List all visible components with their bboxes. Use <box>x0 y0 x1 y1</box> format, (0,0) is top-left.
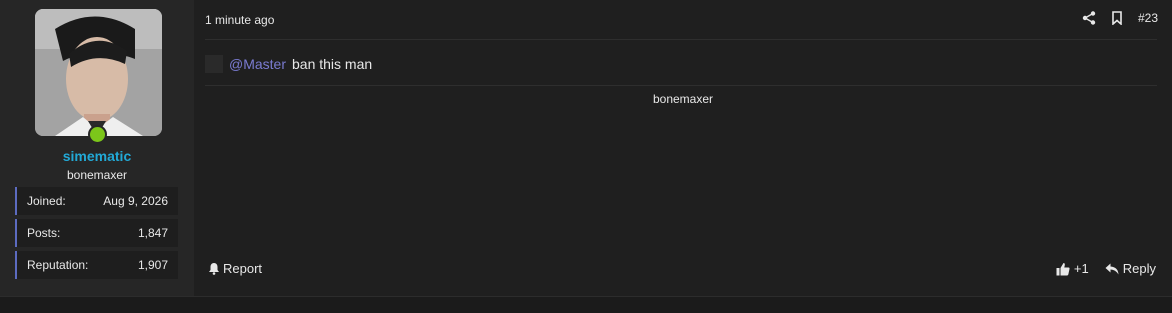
post-timestamp[interactable]: 1 minute ago <box>205 13 274 27</box>
post-number[interactable]: #23 <box>1138 11 1158 25</box>
mention-link[interactable]: @Master <box>229 56 286 72</box>
avatar[interactable] <box>35 9 162 136</box>
avatar-image <box>35 9 162 136</box>
bookmark-icon[interactable] <box>1110 11 1124 25</box>
reply-label: Reply <box>1122 261 1156 276</box>
signature-divider <box>205 85 1157 86</box>
online-status-dot <box>88 125 107 144</box>
user-title: bonemaxer <box>66 168 128 182</box>
bell-icon <box>209 263 219 275</box>
stat-value: Aug 9, 2026 <box>103 194 168 208</box>
stat-label: Joined: <box>27 194 66 208</box>
user-column: simematic bonemaxer Joined: Aug 9, 2026 … <box>0 0 194 296</box>
post-body: @Master ban this man <box>205 55 372 73</box>
post-text: ban this man <box>292 56 373 72</box>
post: simematic bonemaxer Joined: Aug 9, 2026 … <box>0 0 1172 296</box>
stat-label: Reputation: <box>27 258 89 272</box>
stat-posts: Posts: 1,847 <box>15 219 178 247</box>
stat-joined: Joined: Aug 9, 2026 <box>15 187 178 215</box>
stat-value: 1,907 <box>137 258 168 272</box>
signature: bonemaxer <box>652 92 714 106</box>
next-post-edge <box>0 296 1172 313</box>
reaction-count: +1 <box>1073 261 1089 276</box>
reaction-button[interactable]: +1 <box>1056 261 1089 276</box>
report-label: Report <box>223 261 263 276</box>
username[interactable]: simematic <box>0 148 194 164</box>
stat-reputation: Reputation: 1,907 <box>15 251 178 279</box>
stat-value: 1,847 <box>137 226 168 240</box>
reply-button[interactable]: Reply <box>1105 261 1156 276</box>
post-toolbar: #23 <box>1082 11 1158 25</box>
stat-label: Posts: <box>27 226 61 240</box>
mention-avatar <box>205 55 223 73</box>
post-actions: +1 Reply <box>1056 261 1156 276</box>
report-button[interactable]: Report <box>208 261 262 276</box>
reply-icon <box>1105 263 1119 274</box>
thumbs-up-icon <box>1056 262 1070 275</box>
share-icon[interactable] <box>1082 11 1096 25</box>
header-divider <box>205 39 1157 40</box>
